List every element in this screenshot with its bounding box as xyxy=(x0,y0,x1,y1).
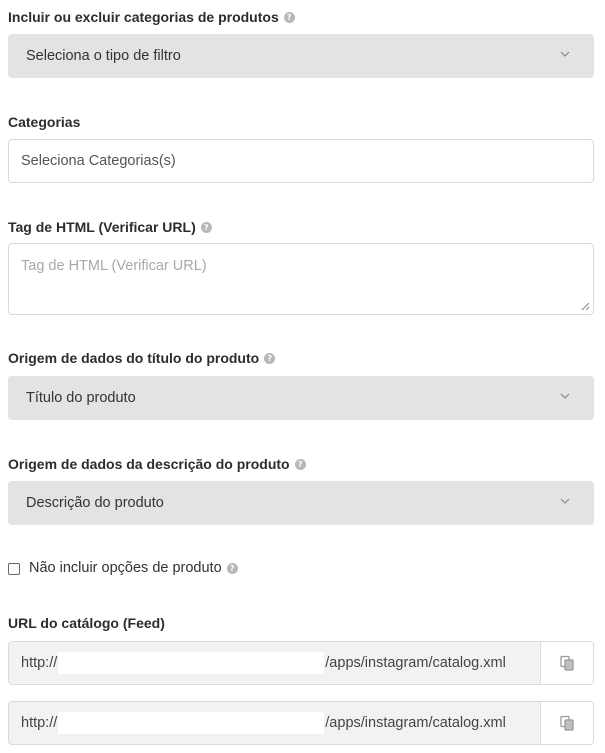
filter-type-select[interactable]: Seleciona o tipo de filtro xyxy=(8,34,594,78)
filter-type-value: Seleciona o tipo de filtro xyxy=(26,48,181,64)
chevron-down-icon xyxy=(560,498,570,504)
url-suffix: /apps/instagram/catalog.xml xyxy=(325,655,506,671)
help-icon[interactable]: ? xyxy=(226,562,238,574)
help-icon[interactable]: ? xyxy=(264,352,276,364)
html-tag-placeholder: Tag de HTML (Verificar URL) xyxy=(21,258,207,274)
chevron-down-icon xyxy=(560,393,570,399)
copy-icon xyxy=(560,655,574,671)
exclude-options-checkbox[interactable] xyxy=(8,563,20,575)
description-source-value: Descrição do produto xyxy=(26,495,164,511)
catalog-url-label: URL do catálogo (Feed) xyxy=(8,615,165,631)
catalog-url-field[interactable]: http:// /apps/instagram/catalog.xml xyxy=(9,642,540,684)
redacted-domain xyxy=(58,712,325,734)
resize-handle-icon[interactable] xyxy=(581,302,590,311)
catalog-url-group: http:// /apps/instagram/catalog.xml xyxy=(8,641,594,685)
copy-icon xyxy=(560,715,574,731)
help-icon[interactable]: ? xyxy=(200,221,212,233)
help-icon[interactable]: ? xyxy=(294,458,306,470)
categories-label: Categorias xyxy=(8,114,81,130)
categories-placeholder: Seleciona Categorias(s) xyxy=(21,153,176,169)
description-source-label: Origem de dados da descrição do produto … xyxy=(8,455,306,473)
exclude-options-label: Não incluir opções de produto ? xyxy=(29,559,238,577)
catalog-url-field[interactable]: http:// /apps/instagram/catalog.xml xyxy=(9,702,540,744)
url-prefix: http:// xyxy=(21,655,58,671)
copy-button[interactable] xyxy=(540,702,593,744)
title-source-select[interactable]: Título do produto xyxy=(8,376,594,420)
redacted-domain xyxy=(58,652,325,674)
copy-button[interactable] xyxy=(540,642,593,684)
url-suffix: /apps/instagram/catalog.xml xyxy=(325,715,506,731)
description-source-select[interactable]: Descrição do produto xyxy=(8,481,594,525)
filter-type-label: Incluir ou excluir categorias de produto… xyxy=(8,8,295,26)
help-icon[interactable]: ? xyxy=(283,11,295,23)
chevron-down-icon xyxy=(560,51,570,57)
title-source-value: Título do produto xyxy=(26,390,136,406)
html-tag-label: Tag de HTML (Verificar URL) ? xyxy=(8,218,212,236)
title-source-label: Origem de dados do título do produto ? xyxy=(8,349,276,367)
url-prefix: http:// xyxy=(21,715,58,731)
catalog-url-group: http:// /apps/instagram/catalog.xml xyxy=(8,701,594,745)
categories-input[interactable]: Seleciona Categorias(s) xyxy=(8,139,594,183)
html-tag-textarea[interactable]: Tag de HTML (Verificar URL) xyxy=(8,243,594,315)
